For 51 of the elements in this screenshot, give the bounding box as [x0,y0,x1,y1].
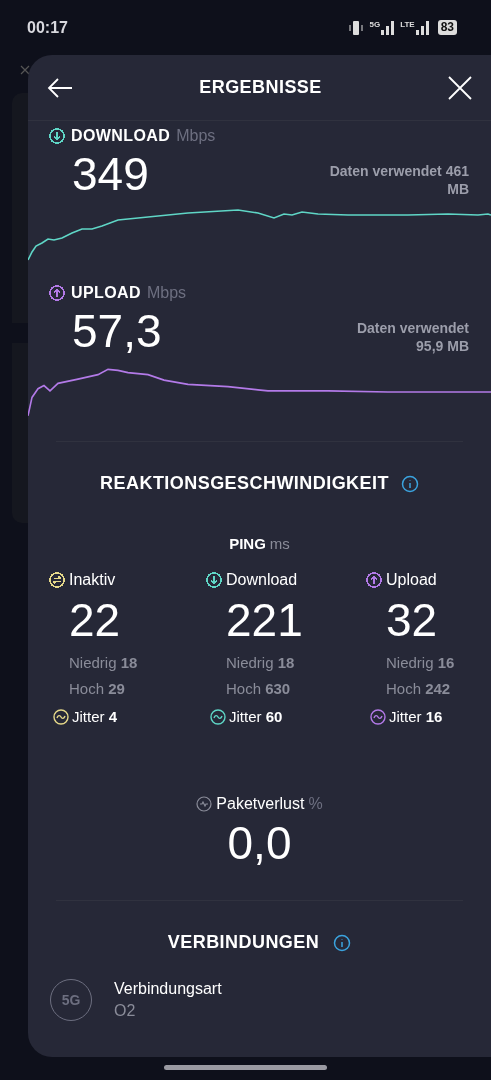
data-used-text: 95,9 MB [416,337,469,355]
metric-label: DOWNLOAD [71,126,171,146]
metric-label: UPLOAD [71,283,141,303]
screen-title: ERGEBNISSE [199,76,322,99]
data-used-text: MB [447,180,469,198]
packet-loss-value: 0,0 [227,816,292,870]
info-icon[interactable] [400,474,419,493]
connection-label: Verbindungsart [114,979,222,999]
packet-loss-label: Paketverlust [216,794,305,814]
section-title: VERBINDUNGEN [167,931,320,954]
back-arrow-icon[interactable] [46,75,74,100]
info-icon[interactable] [333,933,352,952]
network-type-label: LTE [400,20,415,29]
data-used-text: Daten verwendet 461 [329,162,469,180]
unit-label: % [308,794,323,814]
high-ping-text: Hoch 29 [68,678,126,699]
vibrate-icon [348,19,365,36]
ping-label: PING [229,534,266,554]
jitter-icon [53,708,69,725]
low-ping-text: Niedrig 16 [385,652,456,673]
close-icon [20,65,30,75]
jitter-text: Jitter 60 [229,706,283,727]
unit-label: Mbps [146,283,187,303]
battery-indicator: 83 [437,20,457,35]
jitter-text: Jitter 16 [389,706,443,727]
ping-value: 221 [225,592,304,648]
low-ping-text: Niedrig 18 [225,652,296,673]
ping-type-label: Upload [386,569,437,590]
jitter-icon [370,708,386,725]
speed-value: 57,3 [72,305,162,357]
signal-icon [415,20,430,35]
section-title: REAKTIONSGESCHWINDIGKEIT [100,472,389,495]
ping-type-label: Inaktiv [69,569,116,590]
packet-loss-icon [196,796,213,812]
ping-value: 32 [385,592,439,648]
ping-value: 22 [68,592,122,648]
ping-type-label: Download [226,569,298,590]
speed-value: 349 [72,148,149,200]
jitter-icon [210,708,226,725]
connection-value: O2 [114,1001,137,1021]
clock: 00:17 [27,17,68,38]
close-icon[interactable] [447,74,473,101]
high-ping-text: Hoch 630 [225,678,292,699]
low-ping-text: Niedrig 18 [68,652,139,673]
signal-icon [381,20,396,35]
data-used-text: Daten verwendet [356,319,469,337]
unit-label: Mbps [176,126,216,146]
unit-label: ms [269,534,290,554]
jitter-text: Jitter 4 [72,706,118,727]
network-type-label: 5G [369,20,381,29]
high-ping-text: Hoch 242 [385,678,452,699]
